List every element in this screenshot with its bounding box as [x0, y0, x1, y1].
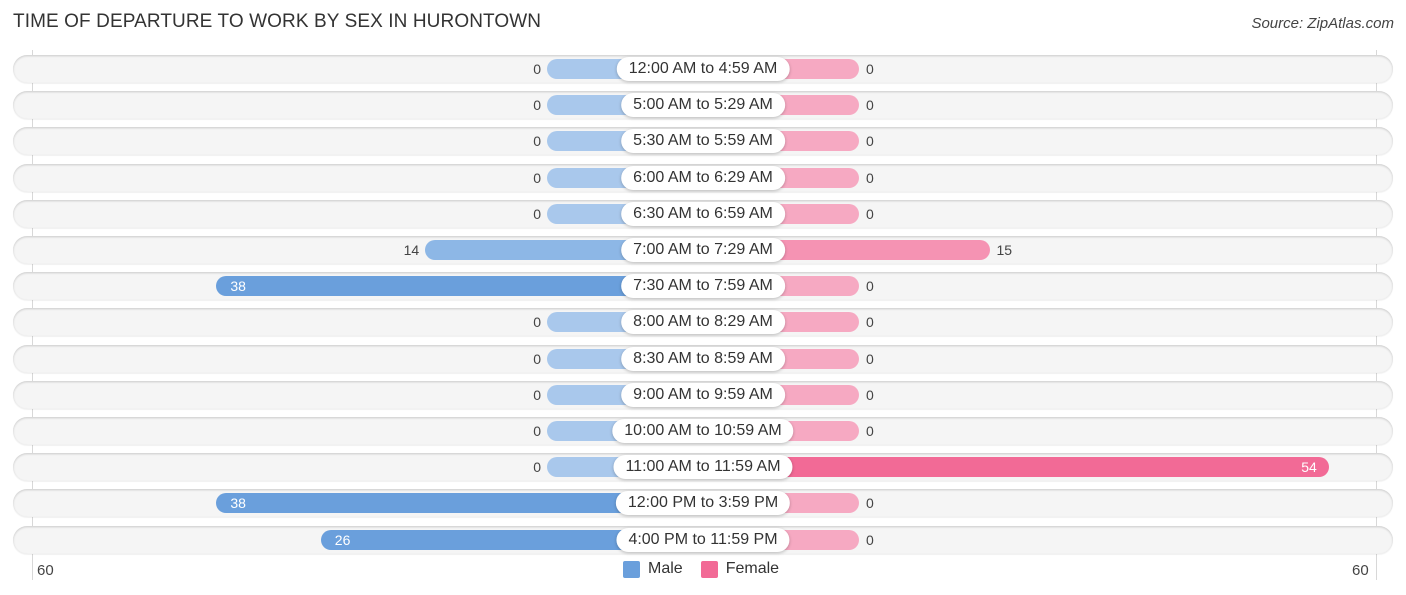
category-label: 8:30 AM to 8:59 AM: [621, 346, 785, 371]
female-bar[interactable]: [703, 457, 1329, 478]
legend-label-female: Female: [725, 560, 780, 577]
female-value-label: 0: [866, 61, 874, 77]
female-value-label: 15: [996, 242, 1013, 258]
category-label: 5:30 AM to 5:59 AM: [621, 129, 785, 154]
category-label: 11:00 AM to 11:59 AM: [613, 455, 793, 480]
female-value-label: 0: [866, 278, 874, 295]
male-value-label: 0: [533, 169, 541, 186]
female-value-label: 0: [866, 169, 874, 186]
male-value-label: 0: [533, 97, 541, 114]
female-value-label: 0: [866, 97, 874, 114]
male-value-label: 0: [533, 459, 541, 476]
legend-item-male[interactable]: Male: [623, 560, 683, 578]
male-value-label: 0: [533, 423, 541, 439]
category-label: 10:00 AM to 10:59 AM: [612, 419, 794, 443]
male-value-label: 0: [533, 133, 541, 150]
male-value-label: 0: [533, 314, 541, 331]
source-label: Source: ZipAtlas.com: [1251, 15, 1394, 32]
chart-title: TIME OF DEPARTURE TO WORK BY SEX IN HURO…: [13, 11, 542, 32]
legend: Male Female: [623, 560, 797, 578]
female-value-label: 0: [866, 531, 874, 548]
category-label: 12:00 AM to 4:59 AM: [616, 57, 790, 81]
legend-swatch-male: [623, 560, 640, 578]
legend-label-male: Male: [648, 560, 683, 577]
female-value-label: 0: [866, 314, 874, 331]
male-value-label: 26: [334, 531, 351, 548]
right-axis-tick: 60: [1352, 562, 1369, 579]
male-value-label: 38: [230, 495, 246, 512]
male-value-label: 0: [533, 61, 541, 77]
female-value-label: 54: [1301, 459, 1317, 476]
category-label: 5:00 AM to 5:29 AM: [621, 93, 785, 118]
category-label: 9:00 AM to 9:59 AM: [621, 382, 785, 407]
category-label: 4:00 PM to 11:59 PM: [616, 527, 790, 552]
female-value-label: 0: [866, 350, 874, 367]
category-label: 8:00 AM to 8:29 AM: [621, 310, 785, 335]
chart-root: TIME OF DEPARTURE TO WORK BY SEX IN HURO…: [0, 0, 1406, 595]
category-label: 7:00 AM to 7:29 AM: [621, 238, 785, 262]
left-axis-tick: 60: [37, 562, 54, 579]
female-value-label: 0: [866, 423, 874, 439]
female-value-label: 0: [866, 386, 874, 403]
female-value-label: 0: [866, 205, 874, 222]
legend-item-female[interactable]: Female: [700, 560, 780, 578]
category-label: 7:30 AM to 7:59 AM: [621, 274, 785, 299]
male-value-label: 0: [533, 350, 541, 367]
male-value-label: 0: [533, 205, 541, 222]
category-label: 12:00 PM to 3:59 PM: [615, 491, 791, 516]
female-value-label: 0: [866, 133, 874, 150]
female-value-label: 0: [866, 495, 874, 512]
male-value-label: 38: [230, 278, 246, 295]
male-value-label: 0: [533, 386, 541, 403]
male-value-label: 14: [403, 242, 420, 258]
legend-swatch-female: [700, 560, 718, 578]
category-label: 6:00 AM to 6:29 AM: [621, 165, 785, 190]
category-label: 6:30 AM to 6:59 AM: [621, 201, 785, 226]
